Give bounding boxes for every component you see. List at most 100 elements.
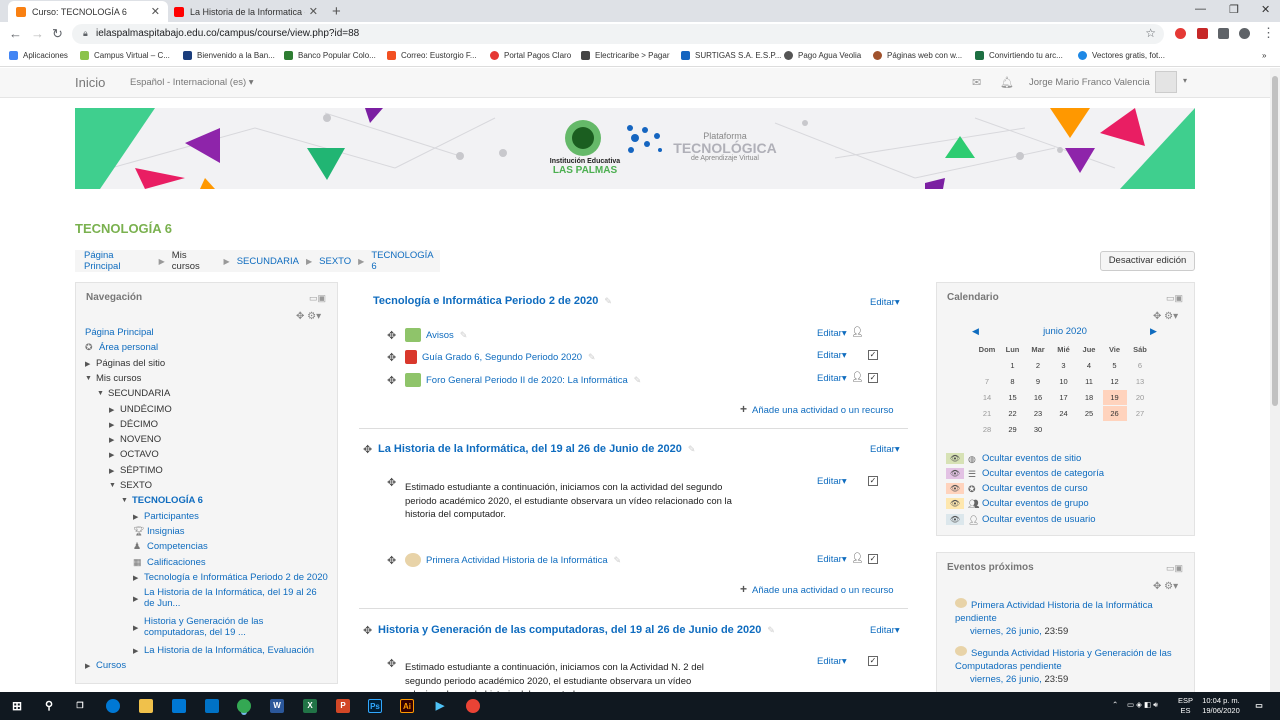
back-icon[interactable]: ←: [9, 26, 22, 41]
nav-item-site-pages[interactable]: ▶ Páginas del sitio: [85, 358, 165, 369]
bookmark-item[interactable]: Convirtiendo tu arc...: [975, 51, 1063, 60]
activity-link[interactable]: Guía Grado 6, Segundo Periodo 2020 ✎: [405, 350, 596, 364]
bookmark-apps[interactable]: Aplicaciones: [9, 51, 68, 60]
bookmark-item[interactable]: Portal Pagos Claro: [490, 51, 571, 60]
chrome-icon[interactable]: [237, 699, 251, 713]
filter-user-events[interactable]: 👁︎ 👤︎ Ocultar eventos de usuario: [946, 514, 1096, 525]
nav-item-section-1[interactable]: ▶ Tecnología e Informática Periodo 2 de 2…: [133, 572, 328, 583]
notifications-icon[interactable]: ▭: [1252, 699, 1266, 713]
section-edit-menu[interactable]: Editar▾: [870, 297, 900, 308]
app-arrow-icon[interactable]: ▶: [433, 699, 447, 713]
word-icon[interactable]: W: [270, 699, 284, 713]
section-title[interactable]: Tecnología e Informática Periodo 2 de 20…: [373, 295, 612, 307]
section-edit-menu[interactable]: Editar▾: [870, 444, 900, 455]
nav-item-my-courses[interactable]: ▼ Mis cursos: [85, 373, 141, 384]
block-move-icon[interactable]: ✥ ⚙▾: [296, 311, 321, 322]
bookmark-item[interactable]: SURTIGAS S.A. E.S.P...: [681, 51, 781, 60]
bookmarks-overflow[interactable]: »: [1262, 51, 1266, 60]
reload-icon[interactable]: ↻: [52, 26, 63, 42]
bookmark-item[interactable]: Bienvenido a la Ban...: [183, 51, 275, 60]
month-label[interactable]: junio 2020: [972, 326, 1158, 337]
new-tab-button[interactable]: +: [332, 3, 341, 20]
forward-icon[interactable]: →: [31, 26, 44, 41]
activity-edit-menu[interactable]: Editar▾: [817, 350, 847, 361]
calendar-day[interactable]: 19: [1102, 390, 1127, 405]
activity-link[interactable]: Foro General Periodo II de 2020: La Info…: [405, 373, 641, 387]
file-explorer-icon[interactable]: [139, 699, 153, 713]
task-view-icon[interactable]: ❐: [73, 699, 87, 713]
bookmark-item[interactable]: Banco Popular Colo...: [284, 51, 376, 60]
messages-icon[interactable]: ✉: [972, 76, 981, 89]
nav-item-sexto[interactable]: ▼ SEXTO: [109, 480, 152, 491]
home-link[interactable]: Inicio: [75, 75, 105, 90]
completion-checkbox[interactable]: ✓: [868, 656, 878, 666]
activity-link[interactable]: Avisos ✎: [405, 328, 467, 342]
photoshop-icon[interactable]: Ps: [368, 699, 382, 713]
nav-item-decimo[interactable]: ▶ DÉCIMO: [109, 419, 158, 430]
bookmark-star-icon[interactable]: ☆: [1145, 26, 1156, 40]
edit-title-pencil-icon[interactable]: ✎: [460, 330, 468, 341]
notifications-bell-icon[interactable]: 🔔︎: [1000, 76, 1014, 89]
completion-checkbox[interactable]: ✓: [868, 350, 878, 360]
edit-title-pencil-icon[interactable]: ✎: [767, 625, 775, 635]
nav-item-dashboard[interactable]: ✪ Área personal: [85, 342, 158, 353]
nav-item-courses[interactable]: ▶ Cursos: [85, 660, 126, 671]
windows-start-icon[interactable]: ⊞: [10, 699, 24, 713]
avatar[interactable]: [1155, 71, 1177, 93]
filter-site-events[interactable]: 👁︎ ◍ Ocultar eventos de sitio: [946, 453, 1081, 464]
upcoming-event[interactable]: Segunda Actividad Historia y Generación …: [955, 646, 1180, 686]
bookmark-item[interactable]: Vectores gratis, fot...: [1078, 51, 1165, 60]
breadcrumb-course[interactable]: TECNOLOGÍA 6: [371, 250, 440, 272]
move-icon[interactable]: ✥: [387, 657, 396, 670]
edit-title-pencil-icon[interactable]: ✎: [614, 555, 622, 566]
move-icon[interactable]: ✥: [387, 329, 396, 342]
edit-title-pencil-icon[interactable]: ✎: [688, 444, 696, 454]
activity-edit-menu[interactable]: Editar▾: [817, 328, 847, 339]
user-menu-caret-icon[interactable]: ▾: [1183, 76, 1187, 85]
group-mode-user-icon[interactable]: 👤︎: [851, 327, 864, 338]
section-edit-menu[interactable]: Editar▾: [870, 625, 900, 636]
mail-icon[interactable]: [205, 699, 219, 713]
nav-item-secundaria[interactable]: ▼ SECUNDARIA: [97, 388, 170, 399]
close-tab-icon[interactable]: ✕: [309, 5, 318, 18]
move-icon[interactable]: ✥: [363, 443, 372, 456]
tab-youtube[interactable]: La Historia de la Informatica en i... ✕: [166, 1, 326, 22]
excel-icon[interactable]: X: [303, 699, 317, 713]
menu-kebab-icon[interactable]: ⋮: [1262, 25, 1275, 41]
extensions-puzzle-icon[interactable]: [1218, 28, 1229, 39]
edge-icon[interactable]: [106, 699, 120, 713]
page-scrollbar[interactable]: [1270, 68, 1280, 692]
nav-item-participants[interactable]: ▶ Participantes: [133, 511, 199, 522]
language-indicator[interactable]: ESP ES: [1178, 696, 1193, 716]
extension-adblock-icon[interactable]: [1175, 28, 1186, 39]
nav-item-badges[interactable]: 🏆︎ Insignias: [133, 526, 185, 537]
powerpoint-icon[interactable]: P: [336, 699, 350, 713]
nav-item-grades[interactable]: ▦ Calificaciones: [133, 557, 206, 568]
bookmark-item[interactable]: Páginas web con w...: [873, 51, 962, 60]
group-mode-user-icon[interactable]: 👤︎: [851, 372, 864, 383]
nav-item-competencies[interactable]: ♟ Competencias: [133, 541, 208, 552]
nav-item-home[interactable]: Página Principal: [85, 327, 154, 338]
scrollbar-thumb[interactable]: [1272, 76, 1278, 406]
nav-item-octavo[interactable]: ▶ OCTAVO: [109, 449, 159, 460]
address-bar[interactable]: 🔒︎ ielaspalmaspitabajo.edu.co/campus/cou…: [72, 24, 1164, 44]
activity-edit-menu[interactable]: Editar▾: [817, 476, 847, 487]
calendar-day[interactable]: 26: [1102, 406, 1127, 421]
breadcrumb-sexto[interactable]: SEXTO: [319, 256, 351, 267]
nav-item-undecimo[interactable]: ▶ UNDÉCIMO: [109, 404, 172, 415]
user-name[interactable]: Jorge Mario Franco Valencia: [1029, 77, 1150, 88]
nav-item-current-course[interactable]: ▼ TECNOLOGÍA 6: [121, 495, 203, 506]
clock[interactable]: 10:04 p. m. 19/06/2020: [1198, 696, 1244, 716]
filter-category-events[interactable]: 👁︎ ☰ Ocultar eventos de categoría: [946, 468, 1104, 479]
edit-title-pencil-icon[interactable]: ✎: [604, 296, 612, 306]
completion-checkbox[interactable]: ✓: [868, 476, 878, 486]
next-month-icon[interactable]: ▶: [1150, 326, 1157, 337]
block-collapse-icon[interactable]: ▭▣: [1166, 293, 1183, 304]
close-tab-icon[interactable]: ✕: [151, 5, 160, 18]
search-icon[interactable]: ⚲: [42, 699, 56, 713]
block-move-icon[interactable]: ✥ ⚙▾: [1153, 311, 1178, 322]
store-icon[interactable]: [172, 699, 186, 713]
move-icon[interactable]: ✥: [387, 554, 396, 567]
tray-icons[interactable]: ▭ ◈ ◧ 🔊︎: [1127, 700, 1158, 710]
nav-item-septimo[interactable]: ▶ SÉPTIMO: [109, 465, 163, 476]
